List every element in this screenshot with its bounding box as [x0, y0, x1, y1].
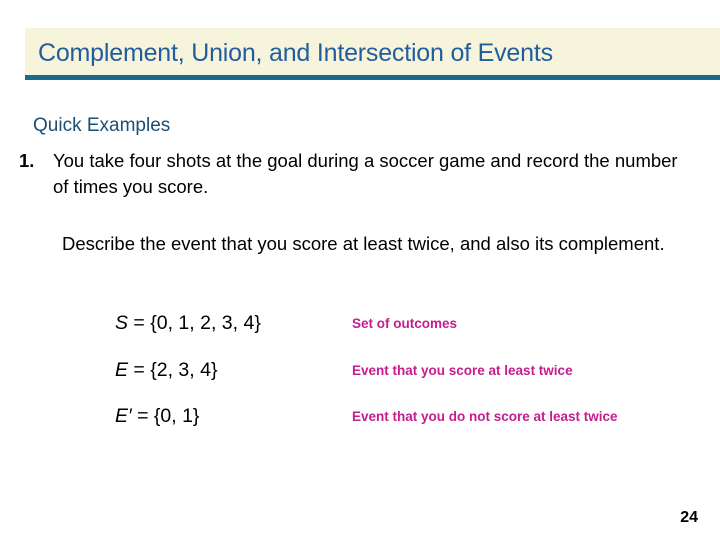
equation-row: E′ = {0, 1} Event that you do not score … — [0, 403, 720, 431]
equation-expression: E′ = {0, 1} — [115, 403, 199, 429]
describe-paragraph: Describe the event that you score at lea… — [62, 233, 665, 254]
equation-body: = {2, 3, 4} — [128, 359, 218, 381]
equation-symbol: E′ — [115, 405, 132, 427]
equation-symbol: S — [115, 312, 129, 334]
equation-row: E = {2, 3, 4} Event that you score at le… — [0, 357, 720, 385]
page-number: 24 — [680, 509, 698, 526]
section-heading-quick-examples: Quick Examples — [33, 115, 171, 136]
page-title: Complement, Union, and Intersection of E… — [38, 39, 553, 67]
list-item-text: You take four shots at the goal during a… — [53, 150, 678, 197]
equation-annotation: Event that you score at least twice — [352, 363, 573, 378]
equation-annotation: Set of outcomes — [352, 316, 458, 331]
equation-expression: E = {2, 3, 4} — [115, 357, 217, 383]
title-banner-underline — [25, 75, 720, 80]
equation-symbol: E — [115, 359, 129, 381]
equation-body: = {0, 1} — [131, 405, 200, 427]
equation-expression: S = {0, 1, 2, 3, 4} — [115, 310, 261, 336]
list-item-number: 1. — [19, 150, 35, 171]
equation-row: S = {0, 1, 2, 3, 4} Set of outcomes — [0, 310, 720, 338]
equation-body: = {0, 1, 2, 3, 4} — [128, 312, 261, 334]
equation-annotation: Event that you do not score at least twi… — [352, 409, 618, 424]
list-item: 1. You take four shots at the goal during… — [19, 148, 696, 200]
